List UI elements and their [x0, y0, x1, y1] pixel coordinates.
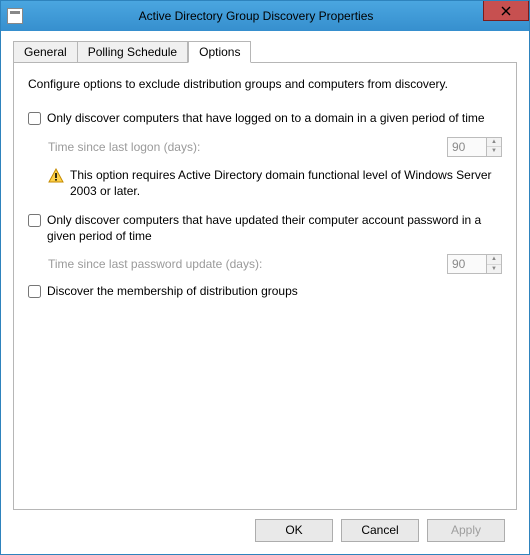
option-password-label[interactable]: Only discover computers that have update…	[47, 213, 502, 244]
option-password-checkbox[interactable]	[28, 214, 41, 227]
option-logon-checkbox[interactable]	[28, 112, 41, 125]
option-membership-checkbox[interactable]	[28, 285, 41, 298]
password-days-row: Time since last password update (days): …	[48, 254, 502, 274]
logon-warning-text: This option requires Active Directory do…	[70, 167, 502, 199]
password-days-up: ▲	[487, 255, 501, 264]
client-area: General Polling Schedule Options Configu…	[1, 31, 529, 554]
title-bar: Active Directory Group Discovery Propert…	[1, 1, 529, 31]
option-membership-label[interactable]: Discover the membership of distribution …	[47, 284, 298, 300]
warning-icon	[48, 168, 64, 184]
option-membership-row: Discover the membership of distribution …	[28, 284, 502, 300]
logon-days-down: ▼	[487, 146, 501, 156]
tab-options[interactable]: Options	[188, 41, 251, 63]
tab-page-options: Configure options to exclude distributio…	[13, 62, 517, 510]
tab-strip: General Polling Schedule Options	[13, 41, 517, 63]
logon-days-label: Time since last logon (days):	[48, 140, 447, 154]
tab-polling-schedule[interactable]: Polling Schedule	[78, 41, 188, 63]
close-icon	[501, 6, 511, 16]
logon-days-input	[447, 137, 487, 157]
option-password-row: Only discover computers that have update…	[28, 213, 502, 244]
option-logon-label[interactable]: Only discover computers that have logged…	[47, 111, 485, 127]
tab-general[interactable]: General	[13, 41, 78, 63]
dialog-button-row: OK Cancel Apply	[13, 510, 517, 554]
dialog-window: Active Directory Group Discovery Propert…	[0, 0, 530, 555]
option-logon-row: Only discover computers that have logged…	[28, 111, 502, 127]
window-title: Active Directory Group Discovery Propert…	[29, 9, 483, 23]
ok-button[interactable]: OK	[255, 519, 333, 542]
password-days-label: Time since last password update (days):	[48, 257, 447, 271]
logon-days-up: ▲	[487, 138, 501, 147]
close-button[interactable]	[483, 1, 529, 21]
password-days-input	[447, 254, 487, 274]
password-days-spinner: ▲ ▼	[487, 254, 502, 274]
logon-days-spinner: ▲ ▼	[487, 137, 502, 157]
logon-warning-row: This option requires Active Directory do…	[48, 167, 502, 199]
system-icon	[7, 8, 23, 24]
cancel-button[interactable]: Cancel	[341, 519, 419, 542]
password-days-down: ▼	[487, 264, 501, 274]
apply-button: Apply	[427, 519, 505, 542]
intro-text: Configure options to exclude distributio…	[28, 77, 502, 91]
logon-days-row: Time since last logon (days): ▲ ▼	[48, 137, 502, 157]
